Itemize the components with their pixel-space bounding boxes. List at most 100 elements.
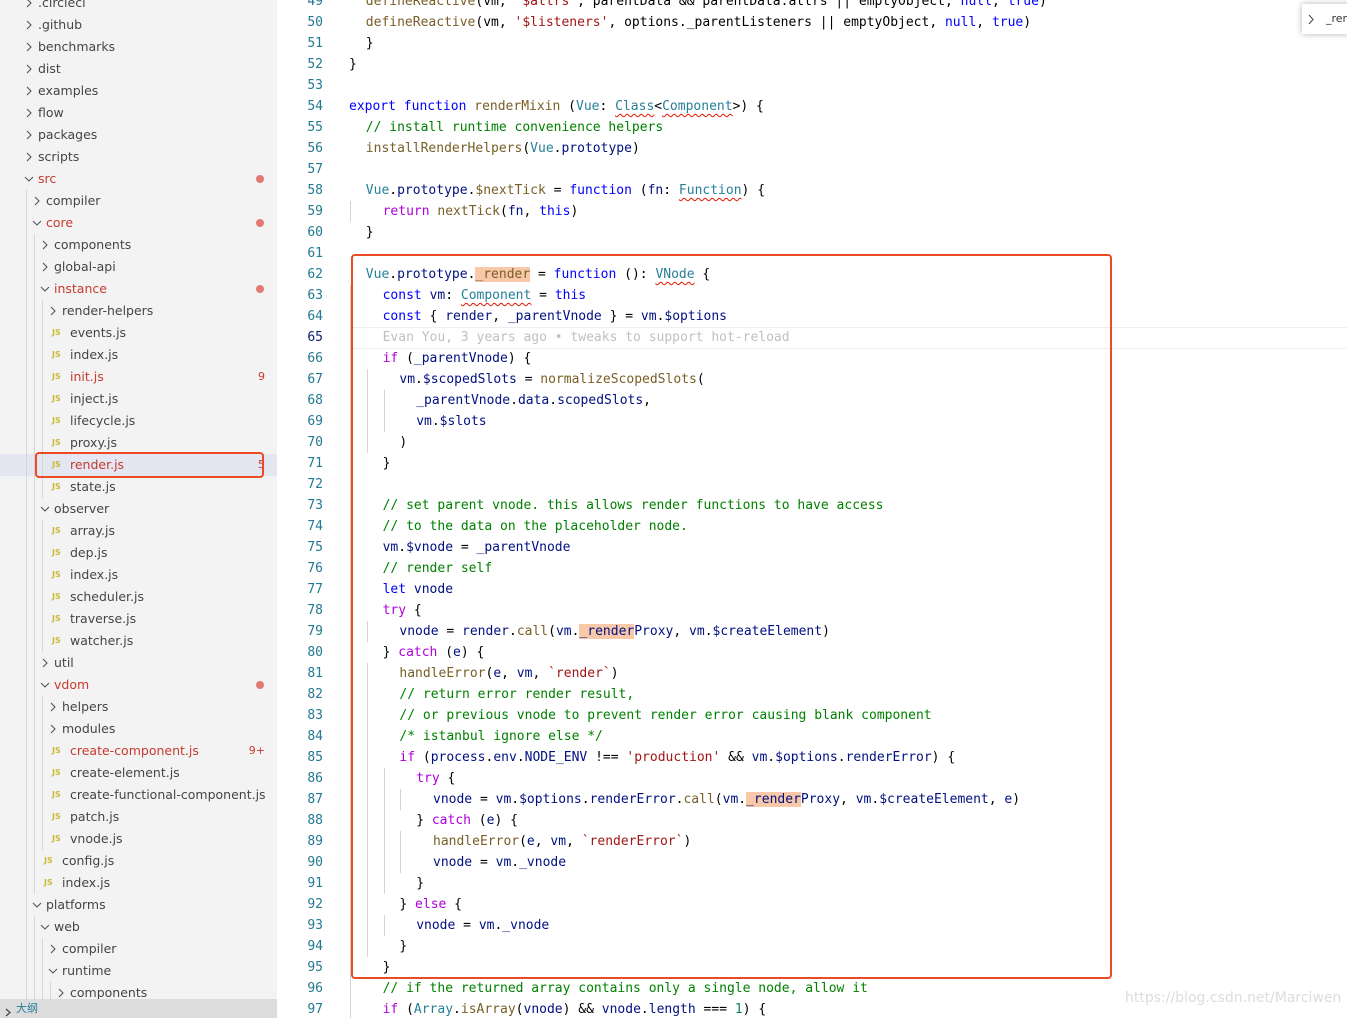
line-number: 68 [307,393,323,408]
code-token: nextTick [437,204,501,219]
code-token: ) [683,834,692,849]
tree-folder-flow[interactable]: flow [0,102,277,124]
code-token: } [382,960,391,975]
tree-folder--github[interactable]: .github [0,14,277,36]
code-token: length [648,1002,696,1017]
code-token: e [493,666,502,681]
tree-folder-instance[interactable]: instance [0,278,277,300]
tree-folder-src[interactable]: src [0,168,277,190]
code-token: _render [579,624,635,639]
code-token: . [581,792,590,807]
problem-count-badge: 9+ [248,744,265,757]
code-token: . [431,414,440,429]
line-number: 90 [307,855,323,870]
line-number: 83 [307,708,323,723]
tree-item-label: core [46,215,74,230]
tree-folder-core[interactable]: core [0,212,277,234]
code-token: ) { [460,645,485,660]
code-token: const [382,309,422,324]
code-token: vnode [399,624,439,639]
code-token: export [349,99,396,114]
code-token: = [545,183,570,198]
code-token: 'production' [626,750,721,765]
code-line: if (_parentVnode) { [383,348,532,369]
tree-item-label: index.js [62,875,111,890]
code-token: Proxy [800,792,841,807]
line-number: 72 [307,477,323,492]
git-blame-annotation: Evan You, 3 years ago • tweaks to suppor… [382,330,790,345]
code-token: call [683,792,715,807]
code-token: Class [615,99,655,114]
code-token: NODE_ENV [524,750,588,765]
code-token: . [767,750,776,765]
tree-item-label: instance [54,281,107,296]
outline-panel-header[interactable]: 大纲 [0,999,277,1018]
code-token: Array [413,1002,454,1017]
code-token: , [501,666,517,681]
code-editor[interactable]: 49 50 51 52 53 54 55 56 57 58 59 60 61 62 63 64 65 66 67 68… [277,0,1347,1018]
line-number: 76 [307,561,323,576]
javascript-file-icon: JS [44,878,53,887]
line-number: 49 [307,0,323,9]
code-line: const { render, _parentVnode } = vm.$opt… [383,306,727,327]
tree-folder-components[interactable]: components [0,234,277,256]
tree-item-label: proxy.js [70,435,118,450]
tree-folder-examples[interactable]: examples [0,80,277,102]
tree-folder-util[interactable]: util [0,652,277,674]
problem-count-badge: 9 [258,370,265,383]
javascript-file-icon: JS [52,834,61,843]
code-token: e [453,645,461,660]
code-token: vm [429,288,446,303]
chevron-right-icon[interactable] [1307,14,1315,28]
code-token: ) { [931,750,956,765]
line-number: 67 [307,372,323,387]
code-line: } [366,33,374,54]
tree-file-config-js[interactable]: JS config.js [0,850,277,872]
tree-folder-scripts[interactable]: scripts [0,146,277,168]
chevron-right-icon [46,300,58,322]
tree-folder-packages[interactable]: packages [0,124,277,146]
line-number: 97 [307,1002,323,1017]
tree-folder-observer[interactable]: observer [0,498,277,520]
tree-folder-vdom[interactable]: vdom [0,674,277,696]
code-token: fn [507,204,524,219]
code-token: vm [751,750,768,765]
chevron-down-icon [38,498,50,520]
tree-item-label: helpers [62,699,109,714]
code-token: . [398,540,407,555]
code-token: . [389,267,398,282]
code-token: vnode [523,1002,563,1017]
indent-guide [400,831,402,873]
code-token: ( [437,645,454,660]
peek-panel[interactable]: _rer [1302,4,1347,34]
tree-item-label: .github [38,17,83,32]
tree-folder-web[interactable]: web [0,916,277,938]
code-token: ( [522,141,531,156]
tree-folder-platforms[interactable]: platforms [0,894,277,916]
tree-folder-global-api[interactable]: global-api [0,256,277,278]
code-token: _parentVnode [476,540,571,555]
indent-guide [350,201,351,222]
code-token: (vm, [475,15,515,30]
tree-folder-benchmarks[interactable]: benchmarks [0,36,277,58]
tree-folder-compiler[interactable]: compiler [0,190,277,212]
tree-folder-dist[interactable]: dist [0,58,277,80]
tree-indent-guide [34,916,35,1004]
modified-dot [256,681,264,689]
tree-folder--circleci[interactable]: .circleci [0,0,277,14]
modified-dot [256,285,264,293]
chevron-right-icon [22,0,34,14]
code-token: ( [500,204,508,219]
code-token: { [446,897,463,912]
code-line: } else { [399,894,462,915]
code-token: ) { [494,813,518,828]
code-token: 1 [734,1002,743,1017]
tree-file-index-js[interactable]: JS index.js [0,872,277,894]
line-number: 91 [307,876,323,891]
code-token: } [365,36,374,51]
code-token: _parentVnode [413,351,508,366]
code-token: function [569,183,632,198]
code-token: . [511,792,520,807]
code-line: _parentVnode.data.scopedSlots, [416,390,651,411]
code-token: vm [399,372,416,387]
